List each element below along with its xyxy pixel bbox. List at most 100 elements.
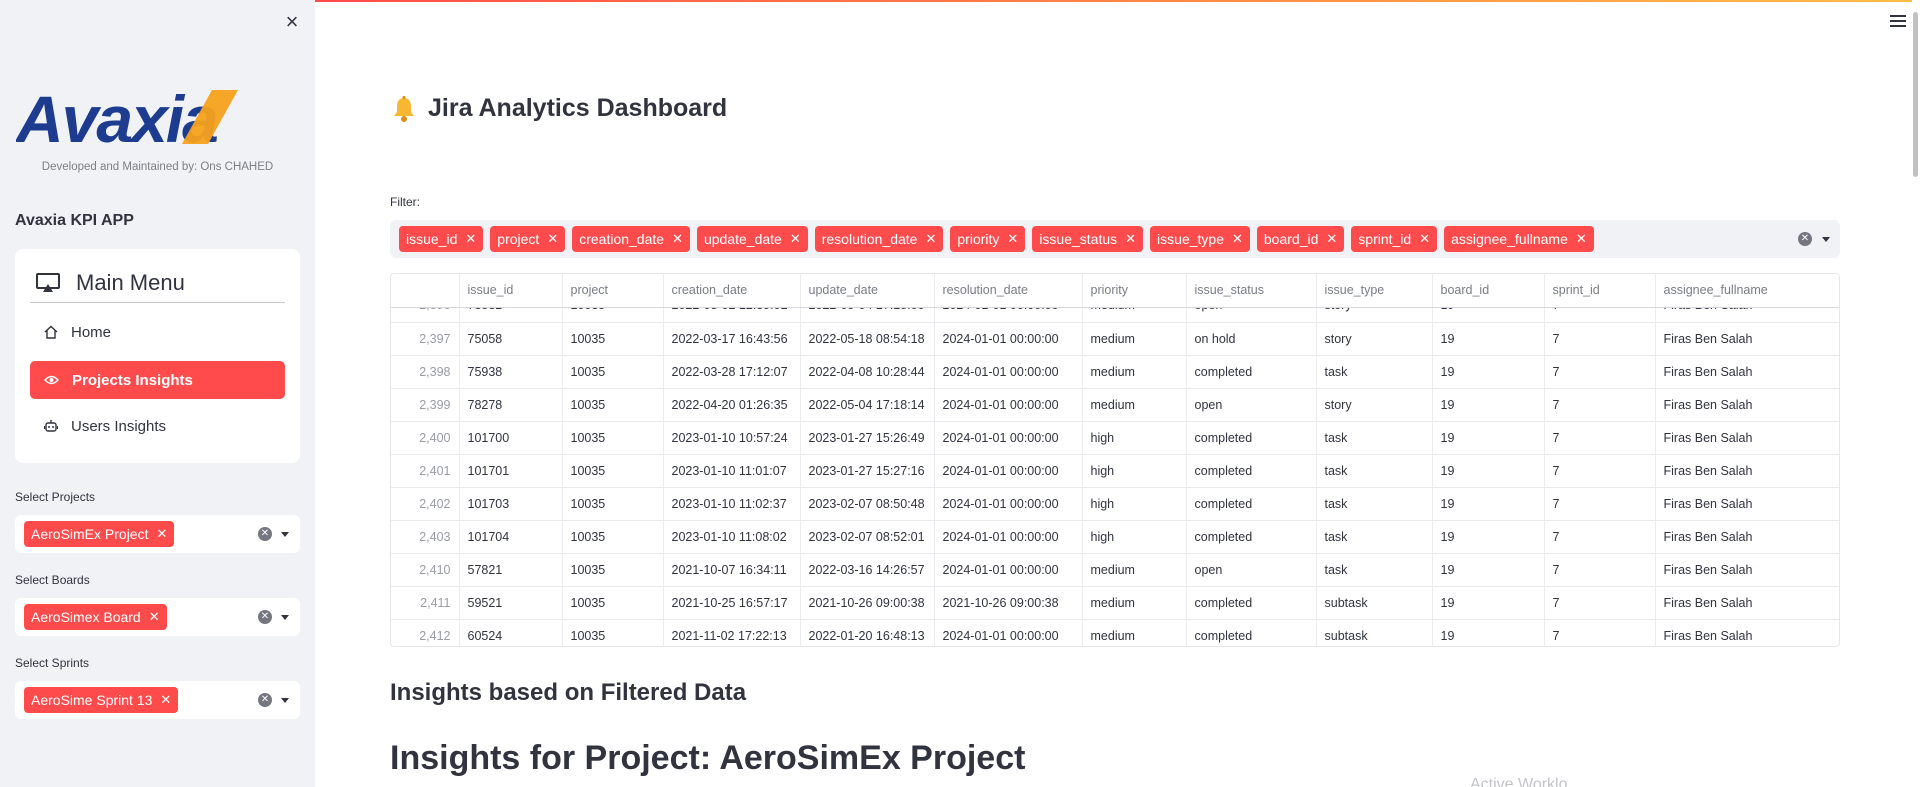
table-row[interactable]: 2,410 57821 10035 2021-10-07 16:34:11 2022-0…: [391, 553, 1839, 587]
column-header[interactable]: assignee_fullname: [1655, 274, 1839, 308]
table-cell[interactable]: subtask: [1316, 586, 1433, 620]
table-cell[interactable]: 10035: [562, 322, 664, 356]
remove-tag-icon[interactable]: ✕: [672, 231, 683, 247]
clear-icon[interactable]: ✕: [258, 527, 272, 541]
table-cell[interactable]: medium: [1082, 619, 1187, 646]
table-cell[interactable]: Firas Ben Salah: [1655, 421, 1839, 455]
remove-tag-icon[interactable]: ✕: [1125, 231, 1136, 247]
column-header[interactable]: resolution_date: [934, 274, 1083, 308]
filter-tag[interactable]: sprint_id ✕: [1351, 226, 1438, 252]
table-row[interactable]: 2,402 101703 10035 2023-01-10 11:02:37 2023-…: [391, 487, 1839, 521]
table-cell[interactable]: story: [1316, 322, 1433, 356]
filter-multiselect[interactable]: issue_id ✕ project ✕ creation_date ✕ update_da…: [390, 220, 1840, 258]
table-row[interactable]: 2,399 78278 10035 2022-04-20 01:26:35 2022-0…: [391, 388, 1839, 422]
table-cell[interactable]: 10035: [562, 421, 664, 455]
table-row[interactable]: 2,400 101700 10035 2023-01-10 10:57:24 2023-…: [391, 421, 1839, 455]
table-cell[interactable]: completed: [1186, 421, 1317, 455]
filter-tag[interactable]: priority ✕: [950, 226, 1026, 252]
table-cell[interactable]: 19: [1432, 553, 1545, 587]
table-cell[interactable]: story: [1316, 388, 1433, 422]
table-cell[interactable]: Firas Ben Salah: [1655, 487, 1839, 521]
remove-tag-icon[interactable]: ✕: [790, 231, 801, 247]
remove-tag-icon[interactable]: ✕: [547, 231, 558, 247]
table-row[interactable]: 2,397 75058 10035 2022-03-17 16:43:56 2022-0…: [391, 322, 1839, 356]
filter-tag[interactable]: resolution_date ✕: [814, 226, 944, 252]
column-header[interactable]: sprint_id: [1544, 274, 1656, 308]
table-cell[interactable]: 2023-01-10 10:57:24: [663, 421, 801, 455]
table-cell[interactable]: 2024-01-01 00:00:00: [934, 421, 1083, 455]
table-cell[interactable]: open: [1186, 308, 1317, 323]
table-cell[interactable]: 2023-01-10 11:08:02: [663, 520, 801, 554]
table-cell[interactable]: 10035: [562, 520, 664, 554]
table-cell[interactable]: task: [1316, 355, 1433, 389]
select-boards[interactable]: AeroSimex Board ✕ ✕: [15, 598, 300, 636]
remove-tag-icon[interactable]: ✕: [1007, 231, 1018, 247]
table-cell[interactable]: 57821: [459, 553, 563, 587]
table-cell[interactable]: Firas Ben Salah: [1655, 454, 1839, 488]
table-cell[interactable]: 101701: [459, 454, 563, 488]
table-cell[interactable]: completed: [1186, 487, 1317, 521]
table-cell[interactable]: 2024-01-01 00:00:00: [934, 322, 1083, 356]
table-cell[interactable]: 19: [1432, 388, 1545, 422]
table-cell[interactable]: 2022-05-18 08:54:18: [800, 322, 935, 356]
column-header[interactable]: issue_type: [1316, 274, 1433, 308]
remove-tag-icon[interactable]: ✕: [1419, 231, 1430, 247]
table-cell[interactable]: Firas Ben Salah: [1655, 586, 1839, 620]
table-cell[interactable]: 7: [1544, 487, 1656, 521]
select-sprints[interactable]: AeroSime Sprint 13 ✕ ✕: [15, 681, 300, 719]
table-cell[interactable]: 2024-01-01 00:00:00: [934, 553, 1083, 587]
table-cell[interactable]: 7: [1544, 553, 1656, 587]
table-cell[interactable]: completed: [1186, 355, 1317, 389]
column-header[interactable]: [391, 274, 460, 308]
selected-sprint-tag[interactable]: AeroSime Sprint 13 ✕: [24, 687, 179, 713]
table-cell[interactable]: completed: [1186, 520, 1317, 554]
table-cell[interactable]: 19: [1432, 454, 1545, 488]
table-cell[interactable]: 59521: [459, 586, 563, 620]
table-cell[interactable]: 2022-04-08 10:28:44: [800, 355, 935, 389]
remove-tag-icon[interactable]: ✕: [156, 526, 167, 542]
table-cell[interactable]: 2023-02-07 08:50:48: [800, 487, 935, 521]
table-cell[interactable]: 10035: [562, 308, 664, 323]
clear-icon[interactable]: ✕: [258, 693, 272, 707]
table-cell[interactable]: 101700: [459, 421, 563, 455]
table-cell[interactable]: Firas Ben Salah: [1655, 520, 1839, 554]
table-cell[interactable]: 7: [1544, 322, 1656, 356]
clear-icon[interactable]: ✕: [258, 610, 272, 624]
table-cell[interactable]: task: [1316, 553, 1433, 587]
column-header[interactable]: update_date: [800, 274, 935, 308]
table-cell[interactable]: task: [1316, 487, 1433, 521]
table-cell[interactable]: 7: [1544, 454, 1656, 488]
table-cell[interactable]: task: [1316, 520, 1433, 554]
table-cell[interactable]: 2022-03-17 16:43:56: [663, 322, 801, 356]
table-row[interactable]: 2,411 59521 10035 2021-10-25 16:57:17 2021-1…: [391, 586, 1839, 620]
filter-tag[interactable]: creation_date ✕: [572, 226, 690, 252]
column-header[interactable]: project: [562, 274, 664, 308]
filter-tag[interactable]: update_date ✕: [696, 226, 808, 252]
table-cell[interactable]: 10035: [562, 487, 664, 521]
table-cell[interactable]: 2023-01-10 11:02:37: [663, 487, 801, 521]
table-cell[interactable]: 2021-10-26 09:00:38: [800, 586, 935, 620]
table-cell[interactable]: 2022-03-16 14:26:57: [800, 553, 935, 587]
table-cell[interactable]: 10035: [562, 553, 664, 587]
table-cell[interactable]: 19: [1432, 308, 1545, 323]
table-cell[interactable]: open: [1186, 388, 1317, 422]
table-cell[interactable]: Firas Ben Salah: [1655, 322, 1839, 356]
clear-icon[interactable]: ✕: [1798, 232, 1812, 246]
hamburger-menu-icon[interactable]: [1890, 15, 1906, 29]
table-cell[interactable]: 19: [1432, 619, 1545, 646]
remove-tag-icon[interactable]: ✕: [465, 231, 476, 247]
table-cell[interactable]: story: [1316, 308, 1433, 323]
table-cell[interactable]: 10035: [562, 619, 664, 646]
table-cell[interactable]: completed: [1186, 586, 1317, 620]
table-cell[interactable]: high: [1082, 487, 1187, 521]
table-cell[interactable]: high: [1082, 454, 1187, 488]
filter-tag[interactable]: assignee_fullname ✕: [1444, 226, 1594, 252]
filter-tag[interactable]: issue_status ✕: [1032, 226, 1144, 252]
table-row[interactable]: 2,39673532100352022-03-02 12:39:022022-0…: [391, 308, 1839, 323]
scrollbar-thumb[interactable]: [1913, 12, 1918, 177]
table-cell[interactable]: 19: [1432, 355, 1545, 389]
table-cell[interactable]: subtask: [1316, 619, 1433, 646]
table-cell[interactable]: medium: [1082, 308, 1187, 323]
chevron-down-icon[interactable]: [281, 698, 289, 703]
table-cell[interactable]: completed: [1186, 619, 1317, 646]
